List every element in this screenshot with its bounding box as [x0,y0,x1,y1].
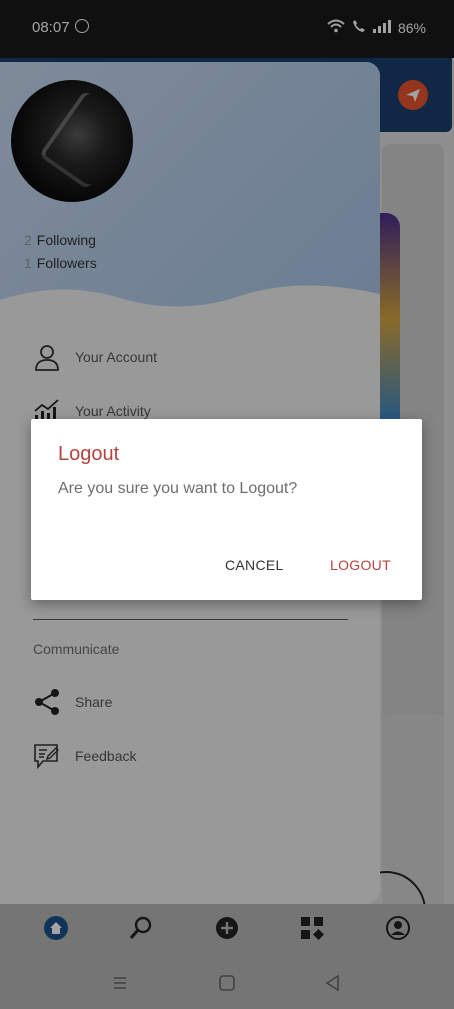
user-icon [33,343,61,371]
logout-button[interactable]: LOGOUT [330,557,391,573]
feed-poster-image [378,213,400,423]
whatsapp-icon [75,19,89,33]
avatar[interactable] [11,80,133,202]
following-label: Following [36,232,96,248]
menu-item-feedback[interactable]: Feedback [33,740,136,772]
search-icon[interactable] [127,914,155,942]
call-icon [352,19,366,36]
feedback-icon [33,742,61,770]
send-icon[interactable] [398,80,428,110]
followers-count: 1 [24,255,32,271]
following-count-row[interactable]: 2 Following [24,232,96,248]
followers-label: Followers [36,255,97,271]
status-time: 08:07 [32,19,70,36]
home-square-icon[interactable] [216,972,238,994]
menu-item-label: Your Activity [75,403,151,419]
header-wave [0,285,380,340]
avatar-image-detail [38,90,133,190]
section-title-communicate: Communicate [33,641,120,657]
status-indicators: 86% [327,19,426,36]
following-count: 2 [24,232,32,248]
dialog-message: Are you sure you want to Logout? [58,480,298,497]
cancel-button[interactable]: CANCEL [225,557,284,573]
back-icon[interactable] [322,972,344,994]
battery-level: 86% [397,19,426,36]
divider [33,619,348,620]
grid-icon[interactable] [298,914,326,942]
menu-item-label: Feedback [75,748,137,764]
signal-icon [372,19,391,36]
wifi-icon [327,19,345,36]
system-navigation-bar [0,956,454,1009]
profile-icon[interactable] [384,914,412,942]
menu-item-label: Your Account [75,349,157,365]
status-bar: 08:07 86% [0,0,454,58]
add-icon[interactable] [213,914,241,942]
menu-item-label: Share [75,694,113,710]
menu-item-your-account[interactable]: Your Account [33,341,157,373]
bottom-navigation [0,904,454,956]
logout-dialog: Logout Are you sure you want to Logout? … [31,419,422,600]
followers-count-row[interactable]: 1 Followers [24,255,97,271]
dialog-title: Logout [58,443,120,465]
menu-item-share[interactable]: Share [33,686,112,718]
recent-apps-icon[interactable] [109,972,131,994]
share-icon [33,688,61,716]
home-icon[interactable] [42,914,70,942]
